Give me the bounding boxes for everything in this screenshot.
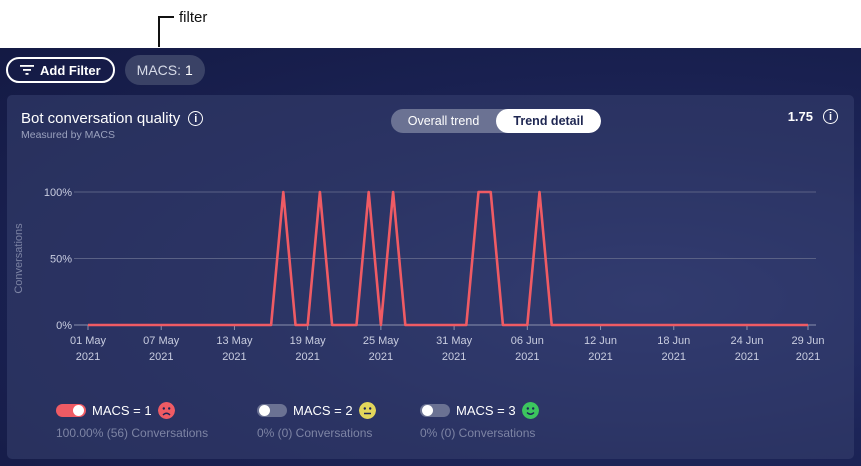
x-tick-label: 12 Jun (584, 335, 617, 347)
x-tick-label: 25 May (363, 335, 400, 347)
macs-filter-chip[interactable]: MACS: 1 (124, 55, 205, 85)
x-tick-label: 31 May (436, 335, 473, 347)
y-axis-label: Conversations (13, 223, 25, 294)
add-filter-button[interactable]: Add Filter (6, 57, 115, 83)
x-tick-year: 2021 (515, 351, 539, 363)
x-tick-year: 2021 (369, 351, 393, 363)
legend: MACS = 1 100.00% (56) Conversations MACS… (56, 402, 756, 452)
legend-label: MACS = 2 (293, 403, 353, 418)
filter-bar: Add Filter MACS: 1 (6, 55, 205, 85)
x-tick-year: 2021 (735, 351, 759, 363)
x-tick-labels: 01 May 2021 07 May 2021 13 May 2021 19 May 2021… (70, 335, 825, 363)
app-panel: Add Filter MACS: 1 Bot conversation qual… (0, 48, 861, 466)
legend-item-macs-1: MACS = 1 100.00% (56) Conversations (56, 402, 208, 440)
annotation-bracket (158, 16, 174, 18)
x-tick-label: 07 May (143, 335, 180, 347)
annotation-overlay: filter (0, 0, 861, 48)
happy-face-icon (521, 402, 539, 419)
legend-label: MACS = 3 (456, 403, 516, 418)
x-tick-label: 13 May (216, 335, 253, 347)
x-tick-label: 01 May (70, 335, 107, 347)
annotation-pointer (158, 18, 160, 47)
x-tick-label: 24 Jun (730, 335, 763, 347)
x-tick-year: 2021 (76, 351, 100, 363)
legend-item-macs-3: MACS = 3 0% (0) Conversations (420, 402, 539, 440)
legend-item-macs-2: MACS = 2 0% (0) Conversations (257, 402, 376, 440)
x-tick-year: 2021 (149, 351, 173, 363)
x-tick-year: 2021 (796, 351, 820, 363)
annotation-label: filter (179, 9, 208, 26)
x-tick-year: 2021 (588, 351, 612, 363)
chip-key: MACS: (136, 62, 182, 78)
filter-icon (20, 65, 34, 75)
x-tick-label: 06 Jun (511, 335, 544, 347)
x-tick-year: 2021 (442, 351, 466, 363)
y-tick-label: 50% (50, 254, 72, 266)
x-tick-year: 2021 (662, 351, 686, 363)
x-tick-year: 2021 (295, 351, 319, 363)
sad-face-icon (157, 402, 175, 419)
line-chart: 100% 50% 0% 01 May 2021 07 May 2021 13 May 2021… (13, 187, 825, 363)
chip-value: 1 (185, 62, 193, 78)
macs-2-toggle[interactable] (257, 404, 287, 417)
macs-3-toggle[interactable] (420, 404, 450, 417)
add-filter-label: Add Filter (40, 62, 101, 78)
y-tick-label: 0% (56, 320, 72, 332)
legend-sub: 0% (0) Conversations (420, 426, 536, 440)
y-tick-label: 100% (44, 187, 72, 199)
legend-label: MACS = 1 (92, 403, 152, 418)
y-tick-labels: 100% 50% 0% (44, 187, 72, 332)
legend-sub: 100.00% (56) Conversations (56, 426, 209, 440)
quality-card: Bot conversation quality i Measured by M… (7, 95, 854, 459)
x-tick-year: 2021 (222, 351, 246, 363)
x-tick-label: 29 Jun (791, 335, 824, 347)
x-tick-label: 18 Jun (657, 335, 690, 347)
chart-grid (74, 191, 816, 330)
macs-1-toggle[interactable] (56, 404, 86, 417)
neutral-face-icon (358, 402, 376, 419)
x-tick-label: 19 May (290, 335, 327, 347)
legend-sub: 0% (0) Conversations (257, 426, 373, 440)
